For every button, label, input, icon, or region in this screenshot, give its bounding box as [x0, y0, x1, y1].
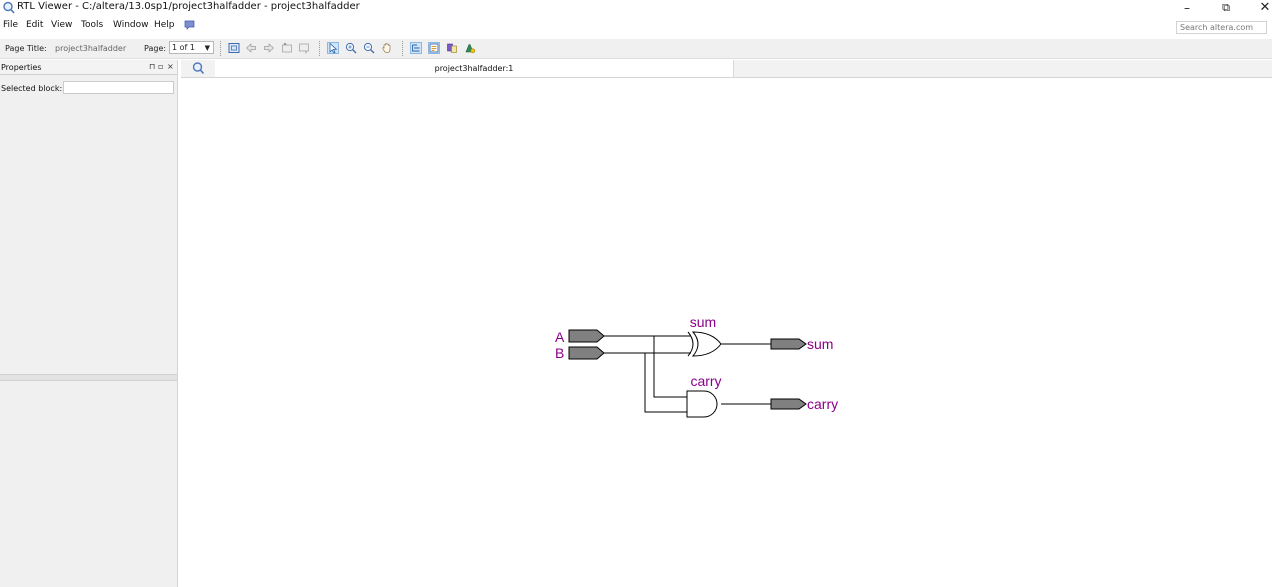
filter-icon[interactable] — [446, 42, 458, 54]
output-label-sum: sum — [807, 336, 833, 352]
page-select-value: 1 of 1 — [172, 43, 195, 52]
gate-label-sum: sum — [690, 314, 716, 330]
float-icon[interactable]: ▫ — [158, 62, 163, 71]
input-label-a: A — [555, 329, 565, 345]
properties-icon — [429, 43, 439, 53]
tab-label: project3halfadder:1 — [434, 64, 514, 73]
go-down-icon[interactable] — [298, 42, 310, 54]
selected-block-field[interactable] — [63, 81, 174, 94]
gate-label-carry: carry — [690, 373, 721, 389]
panel-splitter[interactable] — [0, 374, 177, 381]
properties-panel: Properties ⊓ ▫ × Selected block: — [0, 60, 178, 587]
fit-page-icon[interactable] — [228, 42, 240, 54]
properties-button[interactable] — [428, 42, 440, 54]
toolbar-separator — [402, 41, 404, 56]
minimize-button[interactable]: – — [1170, 0, 1204, 16]
input-label-b: B — [555, 345, 564, 361]
select-icon — [329, 42, 338, 54]
zoom-in-icon[interactable] — [345, 42, 357, 54]
netlist-navigator-icon[interactable] — [464, 42, 476, 54]
hierarchy-icon — [412, 44, 420, 52]
output-label-carry: carry — [807, 396, 838, 412]
menu-tools[interactable]: Tools — [81, 20, 103, 30]
page-label: Page: — [144, 44, 167, 53]
panel-close-icon[interactable]: × — [167, 62, 174, 71]
zoom-out-icon[interactable] — [363, 42, 375, 54]
menu-help[interactable]: Help — [154, 20, 175, 30]
menu-bar: File Edit View Tools Window Help — [0, 17, 1272, 35]
selected-block-label: Selected block: — [1, 84, 63, 93]
schematic-canvas[interactable]: A B sum carry sum carry — [181, 78, 1272, 587]
go-up-icon[interactable] — [281, 42, 293, 54]
page-select[interactable]: 1 of 1 ▼ — [169, 41, 214, 54]
title-bar: RTL Viewer - C:/altera/13.0sp1/project3h… — [0, 0, 1272, 16]
hand-pan-icon[interactable] — [381, 42, 393, 54]
toolbar-separator — [220, 41, 222, 56]
rtl-viewer-tab-icon — [192, 62, 205, 75]
page-title-label: Page Title: — [5, 44, 47, 53]
output-pin-carry[interactable] — [770, 398, 807, 410]
menu-window[interactable]: Window — [113, 20, 149, 30]
forward-icon[interactable] — [263, 42, 275, 54]
page-title-value: project3halfadder — [55, 44, 127, 53]
document-tab-strip: project3halfadder:1 — [181, 60, 1272, 78]
input-pin-a[interactable] — [568, 329, 605, 343]
rtl-viewer-app-icon — [3, 1, 15, 14]
hierarchy-button[interactable] — [410, 42, 422, 54]
menu-view[interactable]: View — [51, 20, 72, 30]
xor-gate-sum[interactable] — [687, 331, 722, 357]
close-button[interactable]: ✕ — [1248, 0, 1272, 16]
input-pin-b[interactable] — [568, 346, 605, 360]
select-tool-button[interactable] — [327, 42, 339, 54]
menu-file[interactable]: File — [3, 20, 18, 30]
dropdown-arrow-icon: ▼ — [204, 44, 210, 52]
output-pin-sum[interactable] — [770, 338, 807, 350]
whats-this-help-icon[interactable] — [184, 20, 195, 30]
properties-panel-title: Properties — [1, 63, 42, 72]
and-gate-carry[interactable] — [686, 390, 718, 418]
restore-button[interactable]: ⧉ — [1209, 0, 1243, 16]
pin-icon[interactable]: ⊓ — [149, 62, 155, 71]
window-title: RTL Viewer - C:/altera/13.0sp1/project3h… — [17, 1, 360, 12]
toolbar-separator — [319, 41, 321, 56]
menu-edit[interactable]: Edit — [26, 20, 43, 30]
tab-project3halfadder[interactable]: project3halfadder:1 — [215, 60, 734, 77]
search-input[interactable]: Search altera.com — [1176, 21, 1267, 34]
back-icon[interactable] — [245, 42, 257, 54]
properties-panel-header: Properties ⊓ ▫ × — [0, 61, 177, 75]
